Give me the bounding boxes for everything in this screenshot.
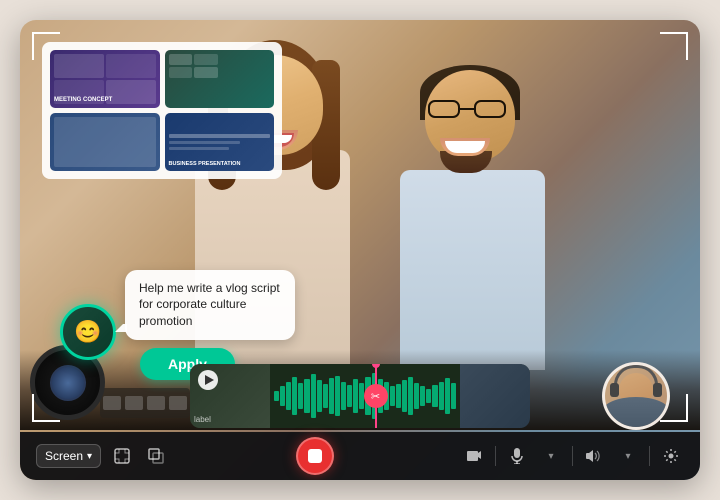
- crop-icon[interactable]: [143, 443, 169, 469]
- playhead[interactable]: ✂: [375, 364, 377, 428]
- template-thumb-office[interactable]: [50, 113, 160, 171]
- cut-icon[interactable]: ✂: [364, 384, 388, 408]
- template-label-meeting: MEETING CONCEPT: [54, 97, 112, 104]
- template-thumb-business[interactable]: BUSINESS PRESENTATION: [165, 113, 275, 171]
- smile-emoji: 😊: [74, 319, 101, 345]
- fullscreen-toggle-icon[interactable]: [109, 443, 135, 469]
- play-icon[interactable]: [198, 370, 218, 390]
- rec-button[interactable]: [296, 437, 334, 475]
- screen-select-button[interactable]: Screen ▾: [36, 444, 101, 468]
- corner-bracket-bl: [32, 394, 60, 422]
- mic-chevron-icon[interactable]: ▾: [538, 443, 564, 469]
- timeline-thumb-right: [460, 364, 530, 428]
- settings-icon[interactable]: [658, 443, 684, 469]
- camera-toggle-icon[interactable]: [461, 443, 487, 469]
- template-thumb-meeting[interactable]: MEETING CONCEPT: [50, 50, 160, 108]
- screen-label: Screen: [45, 449, 83, 463]
- timeline-thumb-left: label: [190, 364, 270, 428]
- divider-2: [572, 446, 573, 466]
- template-thumb-grid[interactable]: [165, 50, 275, 108]
- main-container: MEETING CONCEPT BUSINESS PRESENTATION 😊: [20, 20, 700, 480]
- ai-prompt-text: Help me write a vlog script for corporat…: [139, 281, 280, 329]
- volume-chevron-icon[interactable]: ▾: [615, 443, 641, 469]
- templates-panel: MEETING CONCEPT BUSINESS PRESENTATION: [42, 42, 282, 179]
- template-label-business: BUSINESS PRESENTATION: [169, 161, 241, 167]
- ai-prompt-bubble: Help me write a vlog script for corporat…: [125, 270, 295, 340]
- toolbar-right: ▾ ▾: [461, 443, 684, 469]
- corner-bracket-tl: [32, 32, 60, 60]
- bottom-toolbar: Screen ▾: [20, 432, 700, 480]
- timeline-strip[interactable]: label: [190, 364, 530, 428]
- toolbar-center: [296, 437, 334, 475]
- toolbar-left: Screen ▾: [36, 443, 169, 469]
- divider-1: [495, 446, 496, 466]
- smile-indicator: 😊: [60, 304, 116, 360]
- bubble-arrow: [115, 320, 127, 332]
- mic-icon[interactable]: [504, 443, 530, 469]
- divider-3: [649, 446, 650, 466]
- corner-bracket-tr: [660, 32, 688, 60]
- video-label: label: [194, 415, 211, 424]
- timeline-waveform[interactable]: ✂: [270, 364, 460, 428]
- chevron-down-icon: ▾: [87, 451, 92, 462]
- volume-icon[interactable]: [581, 443, 607, 469]
- corner-bracket-br: [660, 394, 688, 422]
- rec-dot: [308, 449, 322, 463]
